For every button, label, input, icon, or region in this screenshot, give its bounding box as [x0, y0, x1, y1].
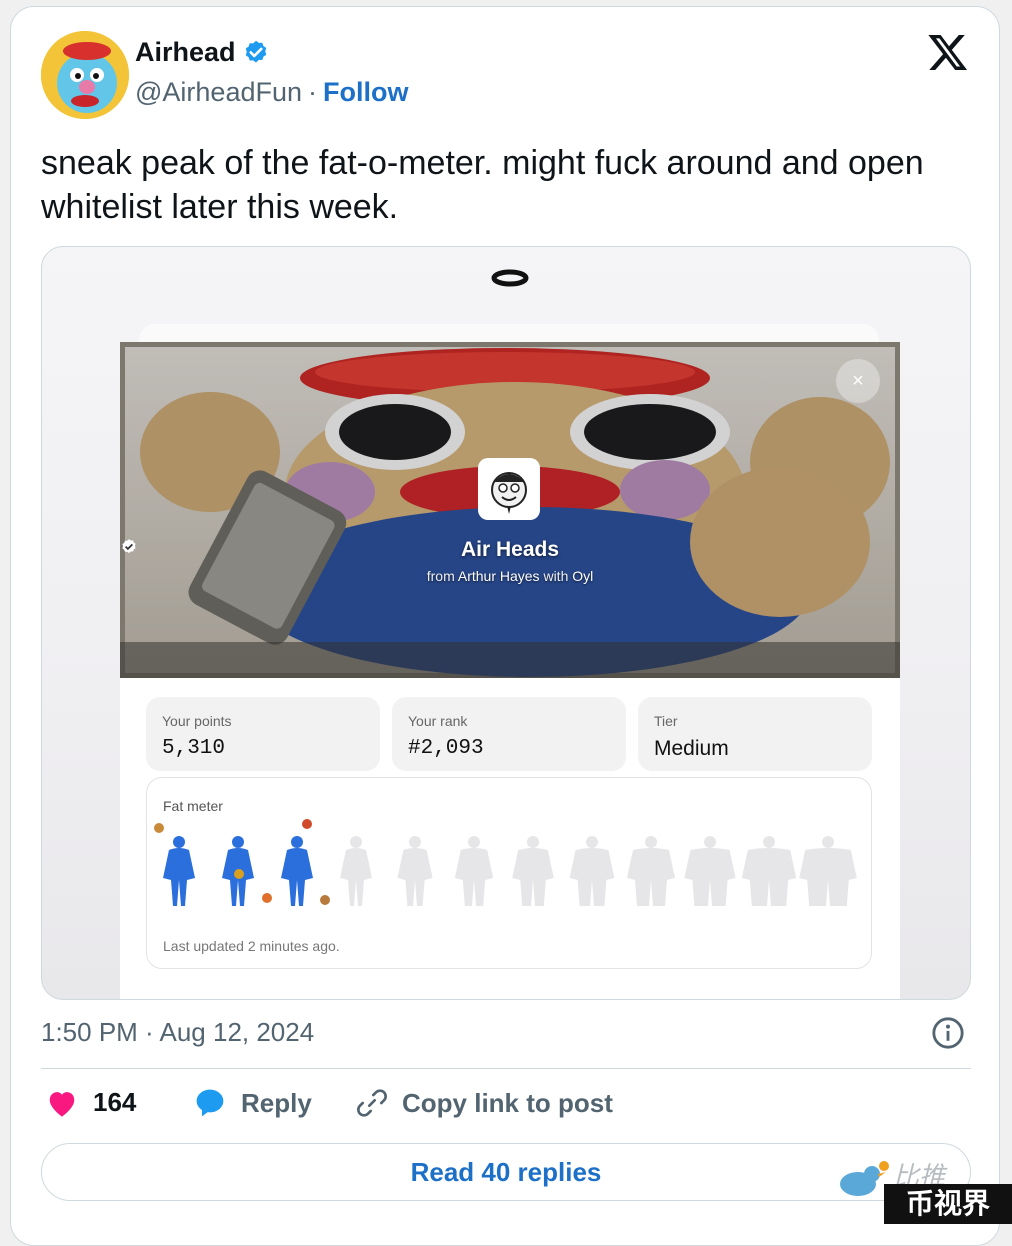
food-icon: [262, 893, 272, 903]
fat-meter-figure-inactive: [627, 836, 675, 906]
fat-meter-figure-inactive: [340, 836, 372, 906]
watermark-bird-icon: [840, 1161, 889, 1196]
tweet-card: Airhead @AirheadFun · Follow sneak peak …: [10, 6, 1000, 1246]
fat-meter-svg: [154, 819, 857, 906]
fat-meter-figure-inactive: [512, 836, 554, 906]
stat-rank: Your rank #2,093: [392, 697, 626, 771]
collection-hero-image: × Air Heads from Arthur Hayes with Oyl: [120, 342, 900, 678]
stat-points-label: Your points: [162, 713, 232, 729]
fat-meter-figure-inactive: [741, 836, 797, 906]
author-avatar[interactable]: [41, 31, 129, 119]
modal-close-button[interactable]: ×: [836, 359, 880, 403]
reply-label: Reply: [241, 1087, 312, 1118]
fat-meter-figure-active: [281, 836, 313, 906]
food-icon: [320, 895, 330, 905]
tweet-timestamp[interactable]: 1:50 PM · Aug 12, 2024: [41, 1017, 314, 1048]
stat-tier: Tier Medium: [638, 697, 872, 771]
like-count: 164: [93, 1087, 137, 1117]
collection-name-row: Air Heads: [120, 538, 900, 562]
oyl-logo-icon: [491, 269, 529, 287]
reply-bubble-icon: [196, 1089, 224, 1117]
stat-tier-value: Medium: [654, 737, 729, 760]
fat-meter-figures: [147, 818, 873, 918]
info-icon[interactable]: [931, 1016, 965, 1050]
collection-name: Air Heads: [460, 538, 560, 561]
food-icon: [154, 823, 164, 833]
reply-button[interactable]: Reply: [193, 1087, 312, 1119]
watermark-text-2: 币视界: [884, 1184, 1012, 1224]
stat-points-value: 5,310: [162, 737, 226, 760]
fat-meter-title: Fat meter: [163, 798, 223, 814]
footer-divider: [41, 1068, 971, 1069]
author-handle[interactable]: @AirheadFun: [135, 77, 302, 108]
like-button[interactable]: 164: [45, 1087, 136, 1118]
from-name[interactable]: Arthur Hayes: [458, 568, 540, 584]
author-display-name[interactable]: Airhead: [135, 37, 236, 68]
tweet-media[interactable]: × Air Heads from Arthur Hayes with Oyl Y…: [41, 246, 971, 1000]
heart-icon: [49, 1091, 75, 1117]
handle-separator: ·: [308, 77, 317, 107]
fat-meter-figure-inactive: [397, 836, 433, 906]
food-icon: [234, 869, 244, 879]
collection-verified-icon: [122, 539, 136, 554]
fat-meter-figure-inactive: [799, 836, 857, 906]
fat-meter-figure-inactive: [569, 836, 615, 906]
collection-modal: × Air Heads from Arthur Hayes with Oyl Y…: [120, 342, 900, 999]
copy-link-label: Copy link to post: [402, 1087, 613, 1118]
fat-meter-figure-inactive: [454, 836, 494, 906]
tweet-text: sneak peak of the fat-o-meter. might fuc…: [41, 144, 924, 226]
from-prefix: from: [426, 568, 455, 584]
collection-avatar: [478, 458, 540, 520]
stat-tier-label: Tier: [654, 713, 678, 729]
copy-link-button[interactable]: Copy link to post: [356, 1087, 613, 1119]
author-handle-row: @AirheadFun · Follow: [135, 77, 408, 108]
stat-points: Your points 5,310: [146, 697, 380, 771]
verified-badge-icon: [245, 40, 266, 62]
author-name-row: Airhead: [135, 37, 270, 68]
fat-meter-figure-inactive: [684, 836, 736, 906]
x-logo-icon[interactable]: [926, 31, 970, 73]
fat-meter-card: Fat meter Last updated 2 minutes ago.: [146, 777, 872, 969]
with-name[interactable]: Oyl: [572, 568, 593, 584]
fat-meter-updated: Last updated 2 minutes ago.: [163, 938, 340, 954]
link-icon: [357, 1089, 387, 1117]
with-prefix: with: [543, 568, 569, 584]
follow-button[interactable]: Follow: [323, 77, 408, 108]
stat-rank-label: Your rank: [408, 713, 468, 729]
stat-rank-value: #2,093: [408, 737, 484, 760]
food-icon: [302, 819, 312, 829]
fat-meter-figure-active: [163, 836, 195, 906]
collection-subtitle: from Arthur Hayes with Oyl: [120, 568, 900, 584]
